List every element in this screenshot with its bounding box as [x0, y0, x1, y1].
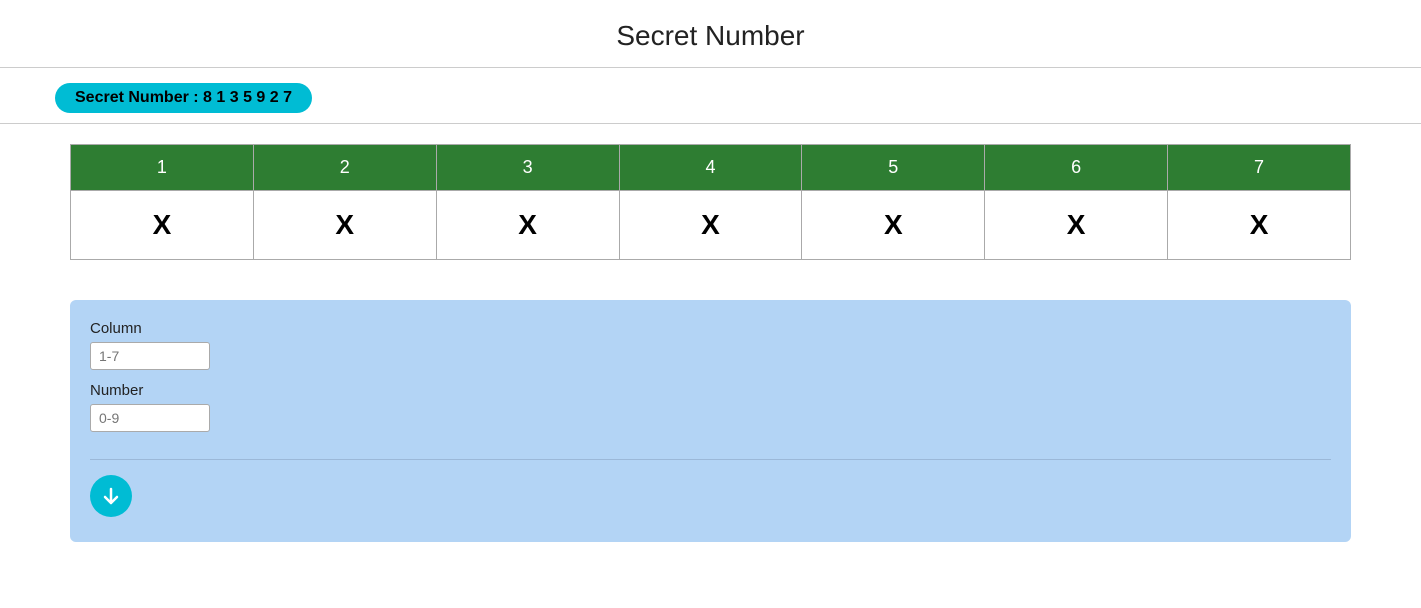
page-title: Secret Number: [0, 0, 1421, 68]
column-input[interactable]: [90, 342, 210, 370]
arrow-icon: [101, 486, 121, 506]
table-cell-5: X: [802, 191, 985, 260]
table-header-5: 5: [802, 145, 985, 191]
table-header-row: 1234567: [71, 145, 1351, 191]
grid-table: 1234567 XXXXXXX: [70, 144, 1351, 260]
submit-button[interactable]: [90, 475, 132, 517]
table-cell-4: X: [619, 191, 802, 260]
table-header-7: 7: [1168, 145, 1351, 191]
table-cell-3: X: [436, 191, 619, 260]
form-section: Column Number: [90, 320, 1331, 460]
table-header-3: 3: [436, 145, 619, 191]
number-input[interactable]: [90, 404, 210, 432]
form-container: Column Number: [70, 300, 1351, 542]
number-label: Number: [90, 382, 1331, 399]
table-header-4: 4: [619, 145, 802, 191]
table-body-row: XXXXXXX: [71, 191, 1351, 260]
secret-badge: Secret Number : 8 1 3 5 9 2 7: [55, 83, 312, 113]
secret-badge-row: Secret Number : 8 1 3 5 9 2 7: [0, 68, 1421, 124]
table-cell-7: X: [1168, 191, 1351, 260]
table-header-6: 6: [985, 145, 1168, 191]
table-cell-6: X: [985, 191, 1168, 260]
table-header-1: 1: [71, 145, 254, 191]
table-cell-1: X: [71, 191, 254, 260]
table-cell-2: X: [253, 191, 436, 260]
table-container: 1234567 XXXXXXX: [0, 124, 1421, 280]
table-header-2: 2: [253, 145, 436, 191]
column-label: Column: [90, 320, 1331, 337]
